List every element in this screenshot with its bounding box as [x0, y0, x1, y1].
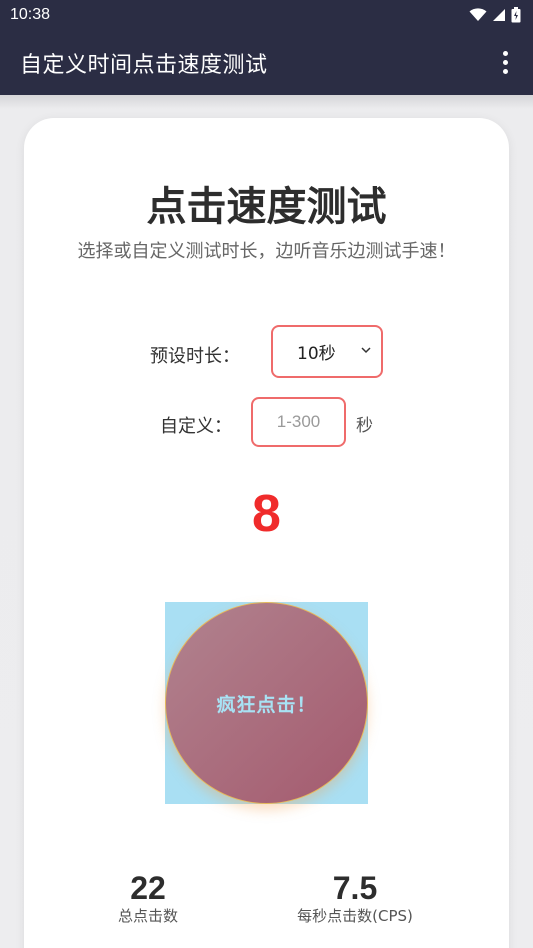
tap-area[interactable]: 疯狂点击！ [165, 602, 368, 804]
preset-duration-label: 预设时长： [150, 346, 240, 367]
tap-button[interactable]: 疯狂点击！ [165, 602, 368, 804]
cps-label: 每秒点击数(CPS) [297, 907, 413, 925]
page-title: 点击速度测试 [146, 184, 387, 230]
countdown-timer: 8 [252, 485, 281, 543]
battery-icon [511, 7, 521, 23]
status-bar: 10:38 [0, 0, 533, 30]
total-clicks-label: 总点击数 [117, 907, 178, 925]
preset-duration-select[interactable]: 10秒 [271, 325, 383, 378]
custom-duration-unit: 秒 [356, 416, 373, 436]
preset-duration-value: 10秒 [297, 344, 336, 364]
app-bar: 自定义时间点击速度测试 [0, 30, 533, 95]
cps-stat: 7.5 每秒点击数(CPS) [280, 870, 430, 926]
tap-button-label: 疯狂点击！ [216, 693, 317, 716]
signal-icon [493, 9, 505, 21]
more-vert-icon[interactable] [493, 49, 517, 77]
total-clicks-stat: 22 总点击数 [88, 870, 208, 926]
wifi-icon [469, 8, 487, 21]
status-time: 10:38 [10, 6, 51, 23]
status-icons [469, 7, 521, 23]
chevron-down-icon [361, 347, 371, 354]
custom-duration-label: 自定义： [160, 416, 232, 437]
cps-value: 7.5 [332, 870, 378, 906]
app-title: 自定义时间点击速度测试 [20, 52, 268, 78]
total-clicks-value: 22 [130, 870, 166, 906]
page-subtitle: 选择或自定义测试时长，边听音乐边测试手速！ [77, 241, 456, 262]
custom-duration-input[interactable] [251, 397, 346, 447]
